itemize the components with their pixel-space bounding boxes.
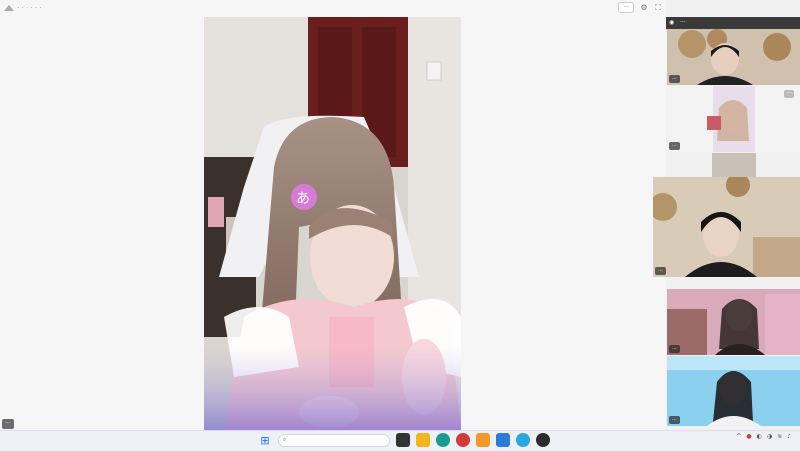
participant-tile-3[interactable] (712, 153, 756, 177)
participant-video-2 (667, 86, 800, 152)
participant-video-4 (667, 289, 800, 355)
title-pill-button[interactable]: ··· (618, 2, 634, 13)
edge-icon[interactable] (436, 433, 450, 447)
app-tiger-icon[interactable] (476, 433, 490, 447)
participant-label-2: ··· (669, 142, 680, 150)
title-bar: · · · · · · ··· ⚙ ⛶ (0, 0, 666, 17)
more-options-icon[interactable]: ··· (784, 90, 794, 98)
title-controls: ··· ⚙ ⛶ (618, 2, 662, 13)
search-input[interactable]: ⌕ (278, 433, 390, 447)
participants-header-title: ··· (680, 19, 686, 26)
svg-text:あ: あ (296, 191, 310, 207)
participant-tile-4[interactable]: ··· (667, 289, 800, 355)
participants-header: ··· ◉ (666, 17, 800, 29)
main-video[interactable]: あ (204, 17, 461, 430)
system-tray: ^ ● ◐ ◑ ≋ ♪ (736, 433, 796, 440)
app-red-icon[interactable] (456, 433, 470, 447)
participant-tile-5[interactable]: ··· (667, 356, 800, 426)
tray-app-icon[interactable]: ● (746, 433, 751, 440)
file-explorer-icon[interactable] (416, 433, 430, 447)
start-button[interactable]: ⊞ (258, 433, 272, 447)
app-cyan-icon[interactable] (516, 433, 530, 447)
participant-label-3: ··· (655, 267, 666, 275)
participant-tile-featured[interactable]: ··· (653, 177, 800, 277)
participant-label-5: ··· (669, 416, 680, 424)
participants-header-icon: ◉ (669, 19, 675, 26)
participant-label-1: ··· (669, 75, 680, 83)
tray-overflow-icon[interactable]: ^ (736, 433, 741, 440)
taskbar: ⊞ ⌕ ^ ● ◐ ◑ ≋ ♪ (0, 430, 800, 451)
task-view-icon[interactable] (396, 433, 410, 447)
app-dark-icon[interactable] (536, 433, 550, 447)
fullscreen-icon[interactable]: ⛶ (654, 3, 662, 12)
participant-label-4: ··· (669, 345, 680, 353)
participant-video-featured (653, 177, 800, 277)
app-blue-icon[interactable] (496, 433, 510, 447)
wifi-icon[interactable]: ≋ (777, 433, 782, 440)
window-title: · · · · · · (17, 4, 42, 12)
tray-app-icon-2[interactable]: ◐ (757, 433, 762, 440)
settings-icon[interactable]: ⚙ (640, 3, 648, 12)
participant-video-5 (667, 356, 800, 426)
volume-icon[interactable]: ♪ (787, 433, 791, 440)
participant-tile-2[interactable]: ··· ··· (667, 86, 800, 152)
main-video-label: ··· (2, 419, 14, 429)
participant-tile-1[interactable]: ··· (667, 29, 800, 85)
search-icon: ⌕ (283, 436, 287, 443)
participant-video-3 (712, 153, 756, 177)
main-video-frame: あ (204, 17, 461, 430)
tray-app-icon-3[interactable]: ◑ (767, 433, 772, 440)
app-logo-icon (4, 5, 14, 11)
participant-video-1 (667, 29, 800, 85)
taskbar-apps: ⊞ ⌕ (258, 433, 550, 447)
